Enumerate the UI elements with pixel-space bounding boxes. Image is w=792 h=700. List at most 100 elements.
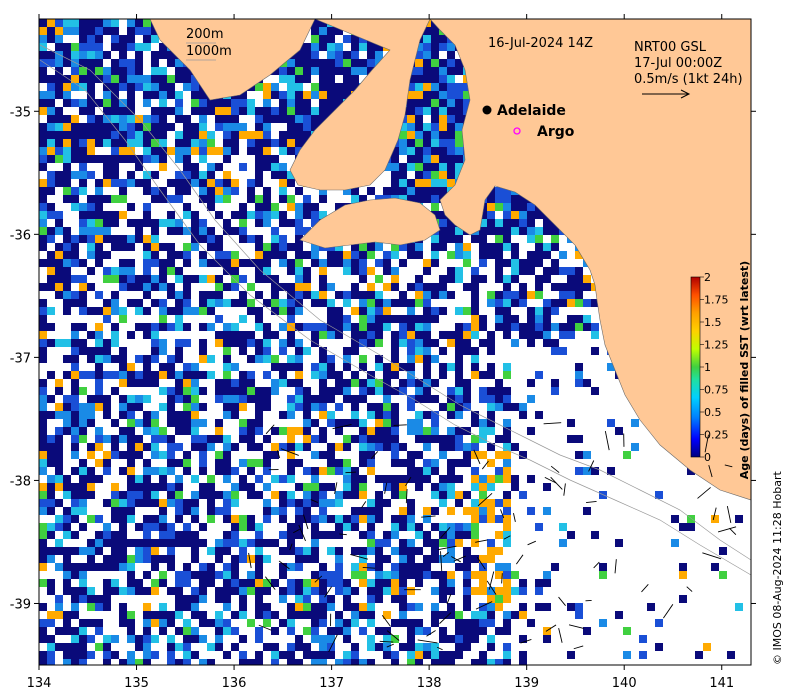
sst-pixel: [215, 339, 223, 347]
sst-pixel: [71, 587, 79, 595]
sst-pixel: [319, 83, 327, 91]
sst-pixel: [159, 155, 167, 163]
sst-pixel: [135, 539, 143, 547]
sst-pixel: [263, 83, 271, 91]
sst-pixel: [415, 131, 423, 139]
sst-pixel: [167, 531, 175, 539]
sst-pixel: [55, 515, 63, 523]
sst-pixel: [39, 483, 47, 491]
sst-pixel: [111, 139, 119, 147]
sst-pixel: [415, 115, 423, 123]
sst-pixel: [303, 651, 311, 659]
sst-pixel: [407, 643, 415, 651]
sst-pixel: [447, 659, 455, 665]
sst-pixel: [519, 219, 527, 227]
sst-pixel: [55, 611, 63, 619]
sst-pixel: [583, 379, 591, 387]
sst-pixel: [71, 291, 79, 299]
sst-pixel: [47, 659, 55, 665]
sst-pixel: [119, 67, 127, 75]
sst-pixel: [183, 603, 191, 611]
sst-pixel: [311, 203, 319, 211]
sst-pixel: [207, 179, 215, 187]
sst-pixel: [175, 507, 183, 515]
sst-pixel: [159, 307, 167, 315]
sst-pixel: [375, 419, 383, 427]
sst-pixel: [111, 179, 119, 187]
sst-pixel: [503, 195, 511, 203]
sst-pixel: [255, 219, 263, 227]
sst-pixel: [655, 619, 663, 627]
sst-pixel: [215, 99, 223, 107]
sst-pixel: [143, 587, 151, 595]
sst-pixel: [191, 435, 199, 443]
sst-pixel: [407, 299, 415, 307]
sst-pixel: [295, 259, 303, 267]
sst-pixel: [319, 563, 327, 571]
sst-pixel: [191, 387, 199, 395]
sst-pixel: [487, 339, 495, 347]
sst-pixel: [87, 563, 95, 571]
sst-pixel: [135, 443, 143, 451]
sst-pixel: [343, 35, 351, 43]
sst-pixel: [679, 595, 687, 603]
sst-pixel: [135, 451, 143, 459]
sst-pixel: [319, 75, 327, 83]
sst-pixel: [447, 531, 455, 539]
sst-pixel: [423, 315, 431, 323]
sst-pixel: [239, 635, 247, 643]
sst-pixel: [191, 499, 199, 507]
sst-pixel: [39, 411, 47, 419]
sst-pixel: [127, 99, 135, 107]
sst-pixel: [239, 299, 247, 307]
sst-pixel: [415, 107, 423, 115]
sst-pixel: [183, 291, 191, 299]
sst-pixel: [143, 19, 151, 27]
sst-pixel: [335, 555, 343, 563]
sst-pixel: [431, 283, 439, 291]
sst-pixel: [415, 451, 423, 459]
sst-pixel: [223, 323, 231, 331]
sst-pixel: [503, 283, 511, 291]
sst-pixel: [79, 411, 87, 419]
sst-pixel: [95, 603, 103, 611]
sst-pixel: [439, 651, 447, 659]
sst-pixel: [391, 427, 399, 435]
sst-pixel: [423, 259, 431, 267]
sst-pixel: [287, 651, 295, 659]
sst-pixel: [399, 603, 407, 611]
sst-pixel: [55, 483, 63, 491]
sst-pixel: [295, 347, 303, 355]
sst-pixel: [279, 115, 287, 123]
sst-pixel: [319, 643, 327, 651]
sst-pixel: [263, 611, 271, 619]
y-tick-label: -38: [10, 474, 31, 489]
sst-pixel: [471, 299, 479, 307]
sst-pixel: [63, 571, 71, 579]
sst-pixel: [367, 443, 375, 451]
sst-pixel: [151, 251, 159, 259]
sst-pixel: [519, 299, 527, 307]
sst-pixel: [503, 571, 511, 579]
sst-pixel: [231, 123, 239, 131]
sst-pixel: [55, 115, 63, 123]
sst-pixel: [303, 579, 311, 587]
sst-pixel: [111, 155, 119, 163]
sst-pixel: [503, 499, 511, 507]
sst-pixel: [151, 523, 159, 531]
sst-pixel: [255, 315, 263, 323]
sst-pixel: [415, 571, 423, 579]
sst-pixel: [223, 107, 231, 115]
sst-pixel: [439, 227, 447, 235]
sst-pixel: [223, 251, 231, 259]
colorbar-tick-label: 0: [704, 451, 711, 464]
sst-pixel: [383, 571, 391, 579]
sst-pixel: [503, 619, 511, 627]
sst-pixel: [95, 627, 103, 635]
sst-pixel: [231, 275, 239, 283]
sst-pixel: [263, 339, 271, 347]
sst-pixel: [471, 363, 479, 371]
sst-pixel: [391, 331, 399, 339]
sst-pixel: [407, 355, 415, 363]
sst-pixel: [95, 387, 103, 395]
